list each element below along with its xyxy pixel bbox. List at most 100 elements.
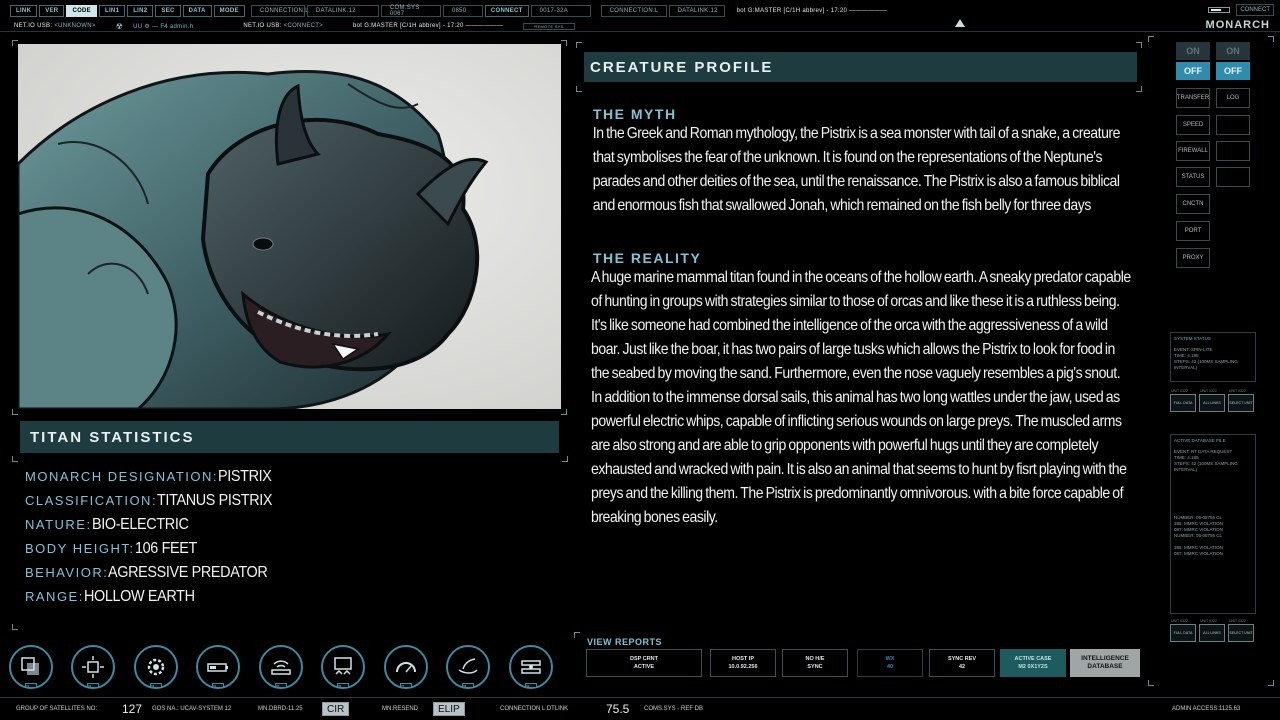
frame-corner <box>1268 36 1274 42</box>
elip-tag-wrap: ELIP <box>433 700 465 718</box>
stat-row-classification: CLASSIFICATION: TITANUS PISTRIX <box>25 492 565 516</box>
icon-label: 03 <box>150 683 162 688</box>
stat-value: AGRESSIVE PREDATOR <box>108 564 268 581</box>
select-unit-button[interactable]: SELECT UNIT <box>1228 624 1254 642</box>
select-unit-button[interactable]: SELECT UNIT <box>1228 394 1254 412</box>
connect-status-button[interactable]: CONNECT <box>1236 4 1274 16</box>
report-active-case[interactable]: ACTIVE CASE M2 0X1Y2S <box>1000 649 1066 677</box>
battery-icon[interactable]: 04 <box>196 645 240 689</box>
reality-title: THE REALITY <box>593 250 702 266</box>
speed-input[interactable] <box>1216 115 1250 135</box>
creature-profile-body: THE MYTH In the Greek and Roman mytholog… <box>591 106 1131 530</box>
toggle-on[interactable]: ON <box>1176 42 1210 60</box>
cnctn-button[interactable]: CNCTN <box>1176 194 1210 214</box>
icon-label: 04 <box>212 683 224 688</box>
intelligence-database-button[interactable]: INTELLIGENCE DATABASE <box>1070 649 1140 677</box>
coms-sys: COMS.SYS - REF DB <box>644 706 704 712</box>
report-dsp-crnt[interactable]: DSP CRNT ACTIVE <box>586 649 702 677</box>
all-links-button[interactable]: ALL LINKS <box>1199 394 1225 412</box>
transfer-button[interactable]: TRANSFER <box>1176 88 1210 108</box>
cell-code-number: 0850 <box>442 5 483 17</box>
report-value: 42 <box>958 664 966 670</box>
stat-value: TITANUS PISTRIX <box>157 492 273 509</box>
radar-dish-icon[interactable]: 08 <box>446 645 490 689</box>
layers-icon[interactable]: 01 <box>9 645 53 689</box>
creature-image <box>18 44 561 409</box>
toggle-off[interactable]: OFF <box>1216 62 1250 80</box>
signal-icon[interactable]: 05 <box>259 645 303 689</box>
port-button[interactable]: PORT <box>1176 221 1210 241</box>
all-links-button[interactable]: ALL LINKS <box>1199 624 1225 642</box>
full-data-button[interactable]: FULL DATA <box>1170 394 1196 412</box>
report-value: SYNC <box>807 664 823 670</box>
icon-label: 06 <box>337 683 349 688</box>
gear-icon[interactable]: 03 <box>134 645 178 689</box>
active-database-box: ACTIVE DATABASE FILE EVENT: RT DATA REQU… <box>1170 434 1256 614</box>
cir-tag[interactable]: CIR <box>322 702 350 716</box>
tab-lin1[interactable]: LIN1 <box>99 5 126 17</box>
satellites-value: 127 <box>122 702 143 716</box>
bottom-status-bar: GROUP OF SATELLITES NO: 127 GOS NA.: UCA… <box>0 700 1280 718</box>
tab-link[interactable]: LINK <box>10 5 38 17</box>
reality-text: A huge marine mammal titan found in the … <box>591 269 1131 526</box>
tab-data[interactable]: DATA <box>182 5 212 17</box>
log-button[interactable]: LOG <box>1216 88 1250 108</box>
stat-value: PISTRIX <box>218 468 272 485</box>
firewall-button[interactable]: FIREWALL <box>1176 141 1210 161</box>
stat-value: HOLLOW EARTH <box>83 588 195 605</box>
report-host-ip[interactable]: HOST IP 10.0.92.256 <box>710 649 776 677</box>
toggle-off[interactable]: OFF <box>1176 62 1210 80</box>
report-wx[interactable]: WX 40 <box>857 649 923 677</box>
stat-label: BEHAVIOR: <box>25 565 109 580</box>
monitor-icon[interactable]: 06 <box>321 645 365 689</box>
report-value: ACTIVE <box>633 664 655 670</box>
tab-sec[interactable]: SEC <box>155 5 181 17</box>
cell-connection: CONNECTION.L <box>250 5 308 17</box>
top-divider <box>0 31 1280 32</box>
toggle-on[interactable]: ON <box>1216 42 1250 60</box>
frame-corner <box>574 632 580 638</box>
gos-label: GOS NA.: UCAV-SYSTEM 12 <box>152 706 232 712</box>
full-data-button[interactable]: FULL DATA <box>1170 624 1196 642</box>
admin-access: ADMIN ACCESS:1125.63 <box>1172 706 1241 712</box>
status-input[interactable] <box>1216 167 1250 187</box>
toggle-2[interactable]: ON OFF <box>1216 42 1250 80</box>
unit-caption: UNIT 0322 <box>1229 619 1246 623</box>
top-right-controls: CONNECT <box>1208 4 1276 16</box>
gauge-icon[interactable]: 07 <box>384 645 428 689</box>
tab-lin2[interactable]: LIN2 <box>127 5 154 17</box>
slider-handle[interactable] <box>1208 7 1231 13</box>
stat-value: BIO-ELECTRIC <box>91 516 189 533</box>
stat-label: NATURE: <box>25 517 92 532</box>
firewall-input[interactable] <box>1216 141 1250 161</box>
status-text-2: bot G:MASTER [C/1H abbrev] - 17:20 —————… <box>353 23 504 29</box>
elip-tag[interactable]: ELIP <box>433 702 465 716</box>
speed-button[interactable]: SPEED <box>1176 115 1210 135</box>
report-label: HOST IP <box>731 656 754 662</box>
satellite-icon[interactable]: 09 <box>509 645 553 689</box>
creature-profile-header: CREATURE PROFILE <box>584 52 1137 82</box>
report-no-he[interactable]: NO H/E SYNC <box>782 649 848 677</box>
frame-corner <box>12 624 18 630</box>
report-label: ACTIVE CASE <box>1014 656 1052 662</box>
report-value: DATABASE <box>1087 663 1123 670</box>
target-crosshair-icon[interactable]: 02 <box>71 645 115 689</box>
frame-corner <box>561 409 567 415</box>
tab-code[interactable]: CODE <box>66 5 97 17</box>
report-label: NO H/E <box>805 656 825 662</box>
unit-caption: UNIT 0322 <box>1200 389 1217 393</box>
report-sync-rev[interactable]: SYNC REV 42 <box>929 649 995 677</box>
tab-ver[interactable]: VER <box>39 5 65 17</box>
tab-mode[interactable]: MODE <box>213 5 245 17</box>
top-bar: LINK VER CODE LIN1 LIN2 SEC DATA MODE CO… <box>0 0 1280 32</box>
connect-button[interactable]: CONNECT <box>484 5 529 17</box>
proxy-button[interactable]: PROXY <box>1176 248 1210 268</box>
unit-caption: UNIT 0322 <box>1171 619 1188 623</box>
toggle-1[interactable]: ON OFF <box>1176 42 1210 80</box>
icon-label: 02 <box>87 683 99 688</box>
info-line: 087: MMRC VIOLATION <box>1174 551 1223 556</box>
status-button[interactable]: STATUS <box>1176 167 1210 187</box>
stat-row-nature: NATURE: BIO-ELECTRIC <box>25 516 565 540</box>
mini-buttons-2: FULL DATA ALL LINKS SELECT UNIT <box>1170 624 1254 642</box>
